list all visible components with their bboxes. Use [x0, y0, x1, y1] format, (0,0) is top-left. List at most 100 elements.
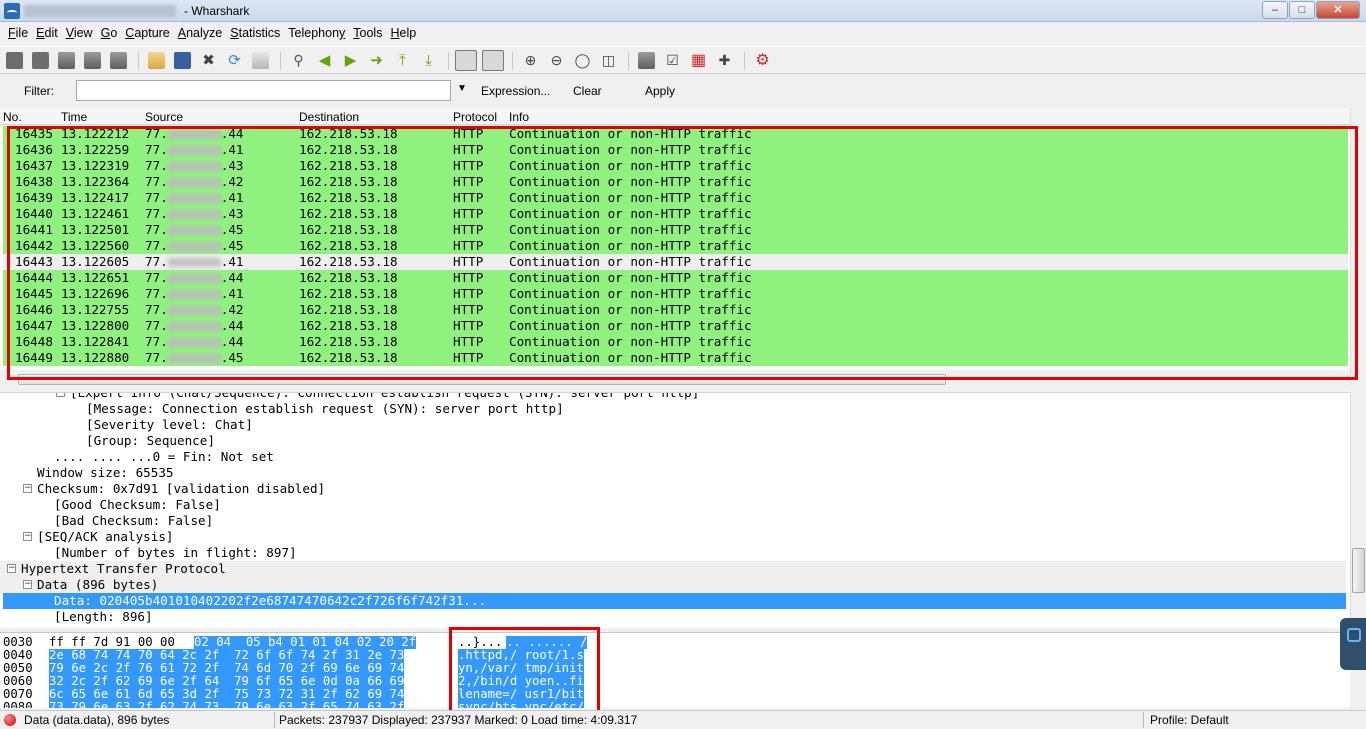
menu-capture[interactable]: Capture [121, 22, 173, 44]
colorize-icon[interactable] [455, 50, 477, 71]
auto-scroll-icon[interactable] [482, 50, 504, 71]
detail-line[interactable]: [Number of bytes in flight: 897] [0, 545, 1346, 561]
close-file-icon[interactable]: ✖ [200, 52, 217, 69]
reload-icon[interactable]: ⟳ [226, 52, 243, 69]
table-row[interactable]: 16444 13.122651 162.218.53.18 HTTP Continuat… [3, 270, 1348, 286]
display-filters-icon[interactable]: ☑ [664, 52, 681, 69]
print-icon[interactable] [252, 52, 269, 69]
detail-line[interactable]: − [Expert Info (Chat/Sequence): Connectio… [0, 393, 1346, 401]
column-info[interactable]: Info [509, 110, 529, 124]
packet-time: 13.122212 [61, 126, 130, 141]
table-row[interactable]: 16437 13.122319 162.218.53.18 HTTP Continuat… [3, 158, 1348, 174]
filter-input[interactable] [76, 80, 451, 101]
packet-list-hscrollbar[interactable] [18, 374, 946, 385]
preferences-icon[interactable]: ✚ [716, 52, 733, 69]
coloring-rules-icon[interactable]: ▦ [690, 52, 707, 69]
detail-line[interactable]: − [SEQ/ACK analysis] [0, 529, 1346, 545]
menu-file[interactable]: File [4, 22, 32, 44]
table-row[interactable]: 16438 13.122364 162.218.53.18 HTTP Continuat… [3, 174, 1348, 190]
table-row[interactable]: 16445 13.122696 162.218.53.18 HTTP Continuat… [3, 286, 1348, 302]
hex-bytes-selected: 73 79 6e 63 2f 62 74 73 79 6e 63 2f 65 7… [49, 701, 405, 708]
table-row[interactable]: 16442 13.122560 162.218.53.18 HTTP Continuat… [3, 238, 1348, 254]
close-window-button[interactable]: ✕ [1316, 1, 1360, 19]
side-panel-tab-icon[interactable] [1340, 618, 1366, 670]
start-capture-icon[interactable] [58, 52, 75, 69]
detail-line[interactable]: − Checksum: 0x7d91 [validation disabled] [0, 481, 1346, 497]
stop-capture-icon[interactable] [84, 52, 101, 69]
interfaces-icon[interactable] [6, 52, 23, 69]
normal-size-icon[interactable]: ◯ [574, 52, 591, 69]
menu-help[interactable]: Help [386, 22, 420, 44]
table-row[interactable]: 16447 13.122800 162.218.53.18 HTTP Continuat… [3, 318, 1348, 334]
menu-edit[interactable]: Edit [32, 22, 62, 44]
help-icon[interactable]: ⚙ [754, 52, 771, 69]
collapse-toggle-icon[interactable]: − [56, 393, 65, 397]
go-first-packet-icon[interactable]: ⤒ [394, 52, 411, 69]
status-profile[interactable]: Profile: Default [1150, 713, 1229, 727]
expert-info-icon[interactable] [4, 714, 16, 726]
capture-filters-icon[interactable] [638, 52, 655, 69]
go-forward-icon[interactable]: ▶ [342, 52, 359, 69]
detail-line[interactable]: [Length: 896] [0, 609, 1346, 625]
collapse-toggle-icon[interactable]: − [23, 580, 32, 589]
column-source[interactable]: Source [145, 110, 183, 124]
table-row[interactable]: 16435 13.122212 162.218.53.18 HTTP Continuat… [3, 126, 1348, 142]
detail-line[interactable]: − Data (896 bytes) [0, 577, 1346, 593]
detail-line[interactable]: Window size: 65535 [0, 465, 1346, 481]
packet-source: 77. .41 [145, 254, 244, 269]
zoom-out-icon[interactable]: ⊖ [548, 52, 565, 69]
resize-columns-icon[interactable]: ◫ [600, 52, 617, 69]
clear-button[interactable]: Clear [573, 84, 602, 98]
menu-telephony[interactable]: Telephony [284, 22, 349, 44]
packet-list-scrollbar[interactable] [1350, 108, 1366, 385]
menu-statistics[interactable]: Statistics [226, 22, 284, 44]
detail-line[interactable]: [Severity level: Chat] [0, 417, 1346, 433]
collapse-toggle-icon[interactable]: − [23, 484, 32, 493]
table-row[interactable]: 16441 13.122501 162.218.53.18 HTTP Continuat… [3, 222, 1348, 238]
table-row[interactable]: 16449 13.122880 162.218.53.18 HTTP Continuat… [3, 350, 1348, 366]
detail-line[interactable]: [Bad Checksum: False] [0, 513, 1346, 529]
redacted-ip [167, 194, 221, 203]
zoom-in-icon[interactable]: ⊕ [522, 52, 539, 69]
packet-no: 16444 [15, 270, 53, 285]
redacted-ip [167, 178, 221, 187]
packet-protocol: HTTP [453, 206, 484, 221]
menu-view[interactable]: View [62, 22, 97, 44]
table-row[interactable]: 16436 13.122259 162.218.53.18 HTTP Continuat… [3, 142, 1348, 158]
details-scrollbar[interactable] [1350, 392, 1366, 628]
menu-tools[interactable]: Tools [349, 22, 386, 44]
restart-capture-icon[interactable] [110, 52, 127, 69]
go-to-packet-icon[interactable]: ➜ [368, 52, 385, 69]
menu-go[interactable]: Go [97, 22, 122, 44]
expression-button[interactable]: Expression... [481, 84, 550, 98]
maximize-button[interactable]: □ [1289, 1, 1315, 19]
detail-line[interactable]: [Good Checksum: False] [0, 497, 1346, 513]
go-last-packet-icon[interactable]: ⤓ [420, 52, 437, 69]
table-row[interactable]: 16439 13.122417 162.218.53.18 HTTP Continuat… [3, 190, 1348, 206]
column-protocol[interactable]: Protocol [453, 110, 497, 124]
table-row[interactable]: 16440 13.122461 162.218.53.18 HTTP Continuat… [3, 206, 1348, 222]
find-packet-icon[interactable]: ⚲ [290, 52, 307, 69]
column-time[interactable]: Time [61, 110, 87, 124]
detail-line[interactable]: .... .... ...0 = Fin: Not set [0, 449, 1346, 465]
table-row[interactable]: 16448 13.122841 162.218.53.18 HTTP Continuat… [3, 334, 1348, 350]
detail-line[interactable]: − Hypertext Transfer Protocol [0, 561, 1346, 577]
hex-line[interactable]: 0080 73 79 6e 63 2f 62 74 73 79 6e 63 2f … [0, 701, 700, 708]
save-file-icon[interactable] [174, 52, 191, 69]
minimize-button[interactable]: – [1262, 1, 1288, 19]
column-no[interactable]: No. [3, 110, 22, 124]
go-back-icon[interactable]: ◀ [316, 52, 333, 69]
detail-line[interactable]: [Message: Connection establish request (… [0, 401, 1346, 417]
table-row[interactable]: 16446 13.122755 162.218.53.18 HTTP Continuat… [3, 302, 1348, 318]
table-row[interactable]: 16443 13.122605 162.218.53.18 HTTP Continuat… [3, 254, 1348, 270]
detail-line[interactable]: Data: 020405b401010402202f2e68747470642c… [3, 593, 1346, 609]
detail-line[interactable]: [Group: Sequence] [0, 433, 1346, 449]
filter-dropdown-icon[interactable]: ▼ [457, 83, 467, 94]
column-destination[interactable]: Destination [299, 110, 359, 124]
open-file-icon[interactable] [148, 52, 165, 69]
collapse-toggle-icon[interactable]: − [7, 564, 16, 573]
apply-button[interactable]: Apply [645, 84, 675, 98]
capture-options-icon[interactable] [32, 52, 49, 69]
collapse-toggle-icon[interactable]: − [23, 532, 32, 541]
menu-analyze[interactable]: Analyze [174, 22, 226, 44]
